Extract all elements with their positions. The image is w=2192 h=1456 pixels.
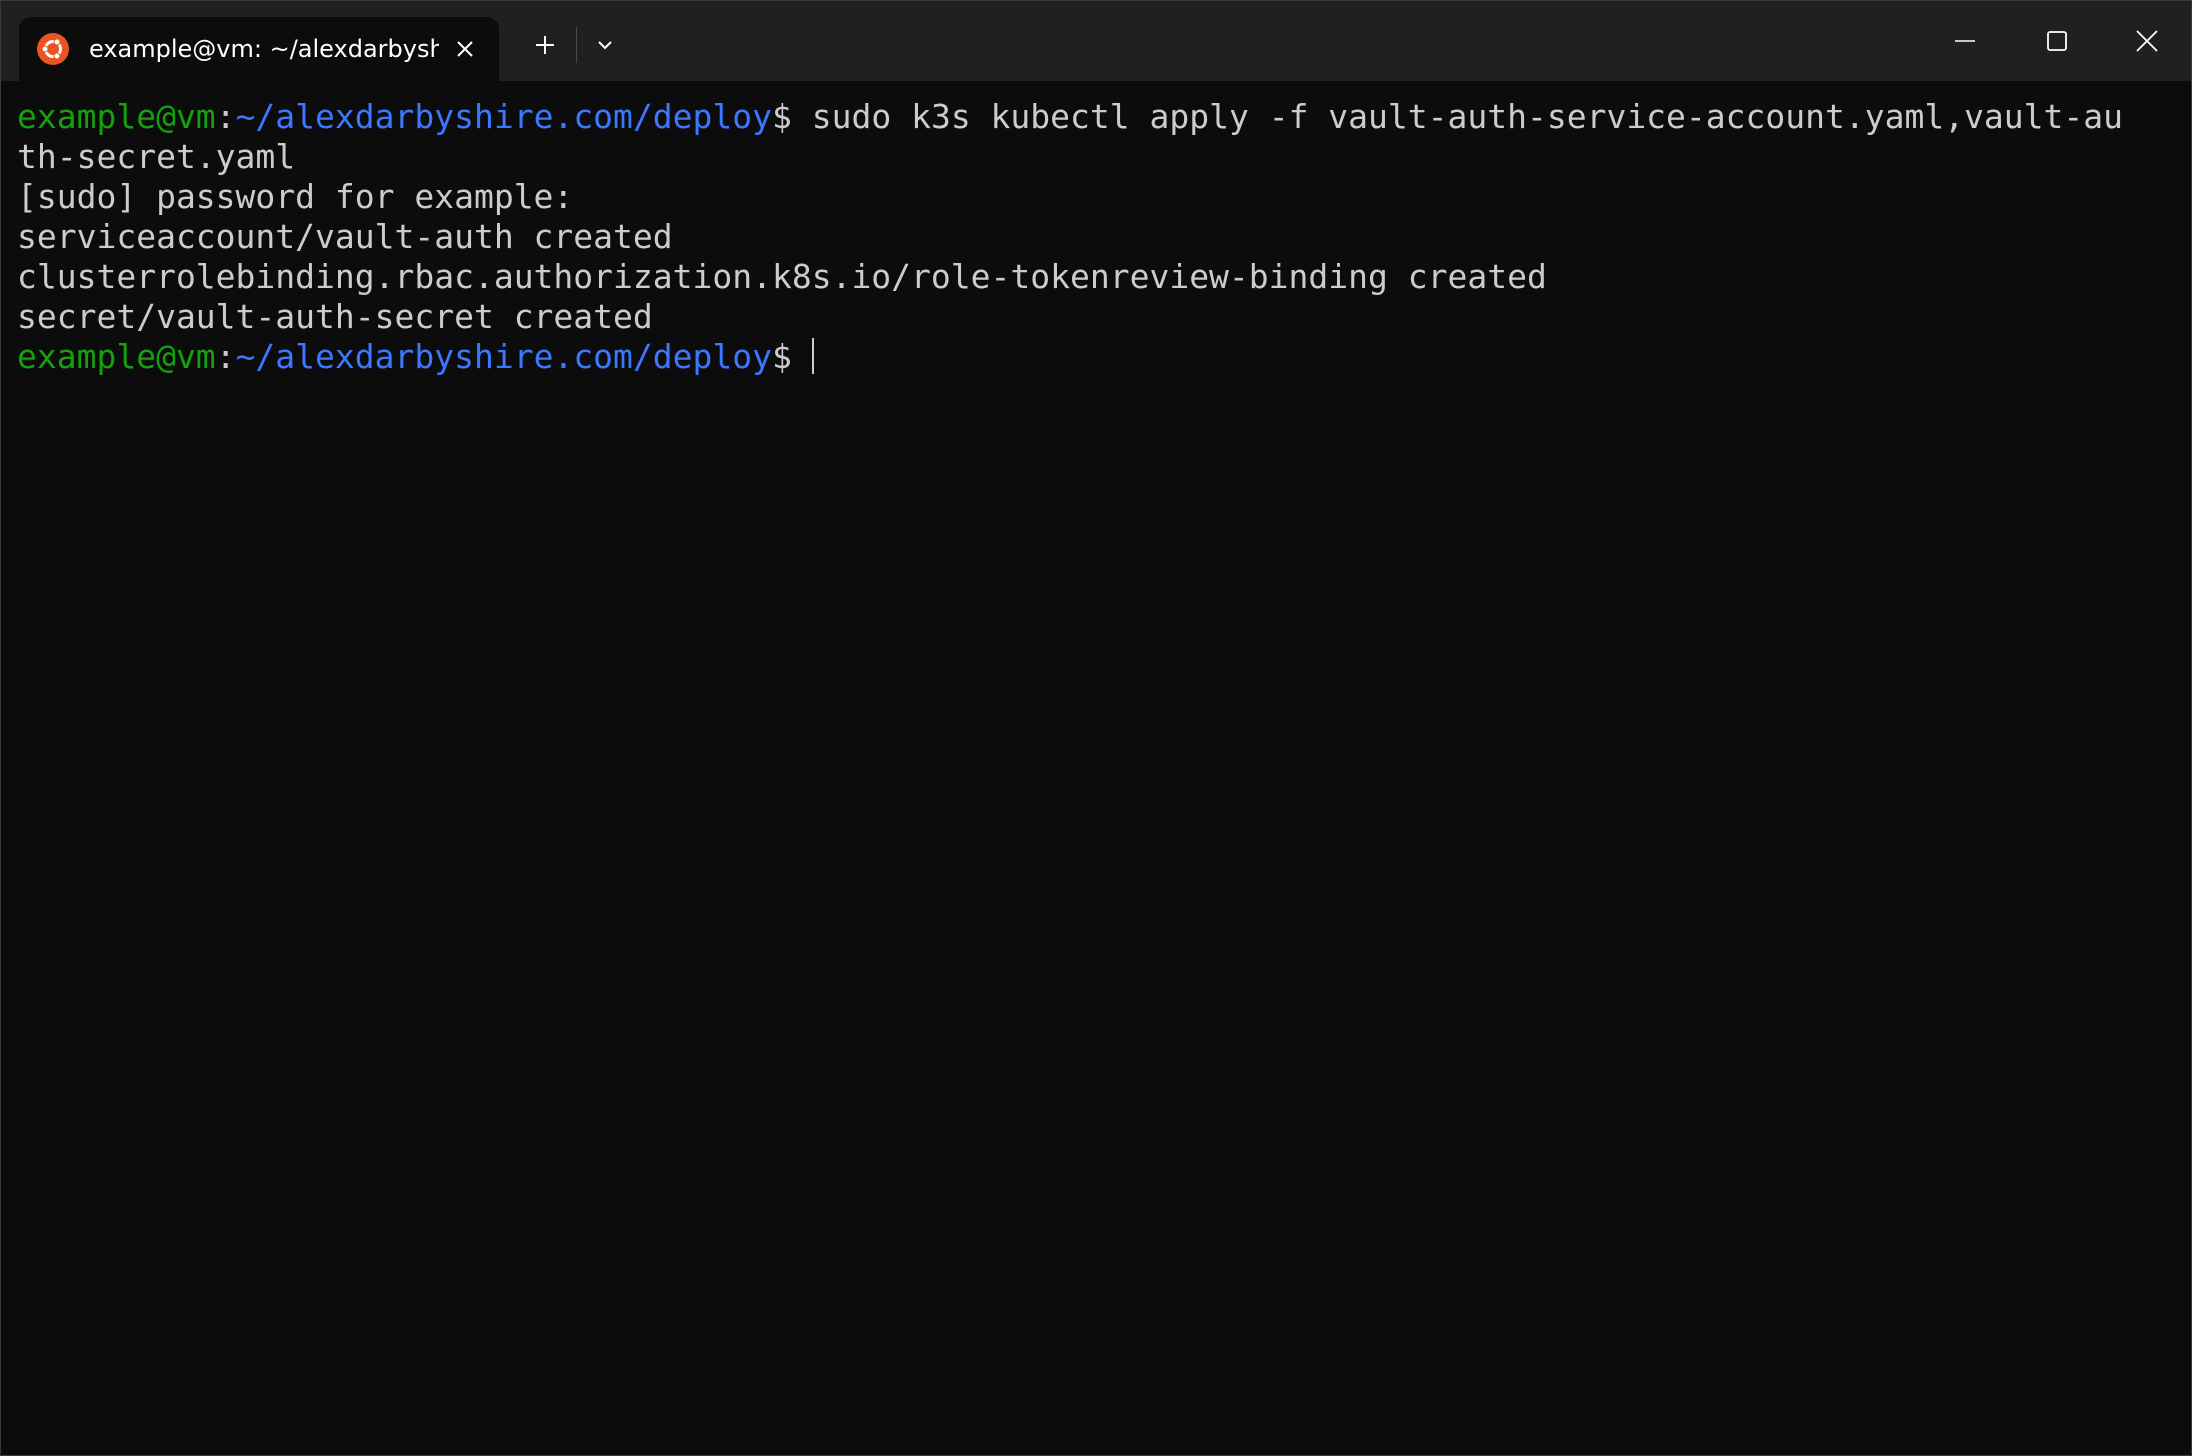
title-bar[interactable]: example@vm: ~/alexdarbyshire.com/deploy [1, 1, 2191, 81]
tab-dropdown-button[interactable] [585, 25, 625, 65]
ubuntu-icon [37, 33, 69, 65]
minimize-button[interactable] [1919, 1, 2011, 81]
maximize-icon [2047, 31, 2067, 51]
text-cursor [811, 338, 814, 374]
tab-separator [576, 27, 577, 63]
maximize-button[interactable] [2011, 1, 2103, 81]
new-tab-button[interactable] [525, 25, 565, 65]
prompt-path: ~/alexdarbyshire.com/deploy [235, 97, 772, 136]
close-icon [2136, 30, 2158, 52]
close-tab-icon[interactable] [449, 33, 481, 65]
prompt-user: example@vm [17, 97, 216, 136]
prompt-symbol: $ [772, 97, 792, 136]
prompt-colon: : [215, 97, 236, 136]
current-prompt-line[interactable]: example@vm:~/alexdarbyshire.com/deploy$ [17, 337, 2177, 377]
terminal-window: example@vm: ~/alexdarbyshire.com/deploy [0, 0, 2192, 1456]
output-line: clusterrolebinding.rbac.authorization.k8… [17, 257, 1547, 296]
prompt-path: ~/alexdarbyshire.com/deploy [235, 337, 772, 376]
output-line: serviceaccount/vault-auth created [17, 217, 673, 256]
tab-active[interactable]: example@vm: ~/alexdarbyshire.com/deploy [19, 17, 499, 81]
command-line: example@vm:~/alexdarbyshire.com/deploy$ … [17, 97, 2177, 137]
minimize-icon [1955, 40, 1975, 42]
command-line-wrap: th-secret.yaml [17, 137, 296, 176]
prompt-user: example@vm [17, 337, 216, 376]
terminal-output[interactable]: example@vm:~/alexdarbyshire.com/deploy$ … [17, 97, 2177, 377]
output-line: secret/vault-auth-secret created [17, 297, 653, 336]
plus-icon [536, 36, 554, 54]
tab-title: example@vm: ~/alexdarbyshire.com/deploy [89, 35, 439, 63]
chevron-down-icon [598, 41, 612, 50]
prompt-symbol: $ [772, 337, 792, 376]
prompt-colon: : [215, 337, 236, 376]
output-line: [sudo] password for example: [17, 177, 574, 216]
command-text: sudo k3s kubectl apply -f vault-auth-ser… [791, 97, 2124, 136]
close-window-button[interactable] [2101, 1, 2191, 81]
